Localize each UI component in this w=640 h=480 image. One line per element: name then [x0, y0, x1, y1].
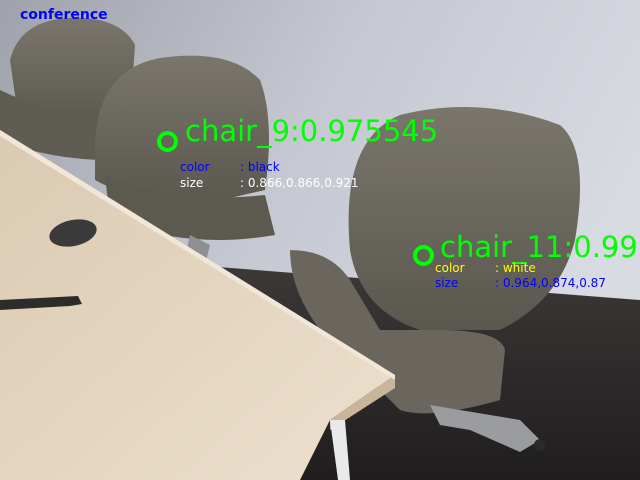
- size-value: : 0.866,0.866,0.921: [240, 176, 359, 190]
- size-value: : 0.964,0.874,0.87: [495, 276, 606, 290]
- detection-color-row-chair-9: color : black: [180, 161, 280, 173]
- detection-marker-chair-11: [413, 245, 434, 266]
- color-key: color: [435, 261, 465, 275]
- scene-label: conference: [20, 7, 108, 23]
- detection-color-row-chair-11: color : white: [435, 262, 536, 274]
- size-key: size: [180, 176, 204, 190]
- annotated-photo: conference chair_9:0.975545 color : black…: [0, 0, 640, 480]
- color-key: color: [180, 160, 210, 174]
- detection-title-chair-11: chair_11:0.99: [440, 230, 638, 264]
- detection-size-row-chair-11: size : 0.964,0.874,0.87: [435, 277, 606, 289]
- color-value: : black: [240, 160, 280, 174]
- detection-title-chair-9: chair_9:0.975545: [185, 114, 439, 148]
- detection-marker-chair-9: [157, 131, 178, 152]
- size-key: size: [435, 276, 459, 290]
- color-value: : white: [495, 261, 536, 275]
- detection-size-row-chair-9: size : 0.866,0.866,0.921: [180, 177, 359, 189]
